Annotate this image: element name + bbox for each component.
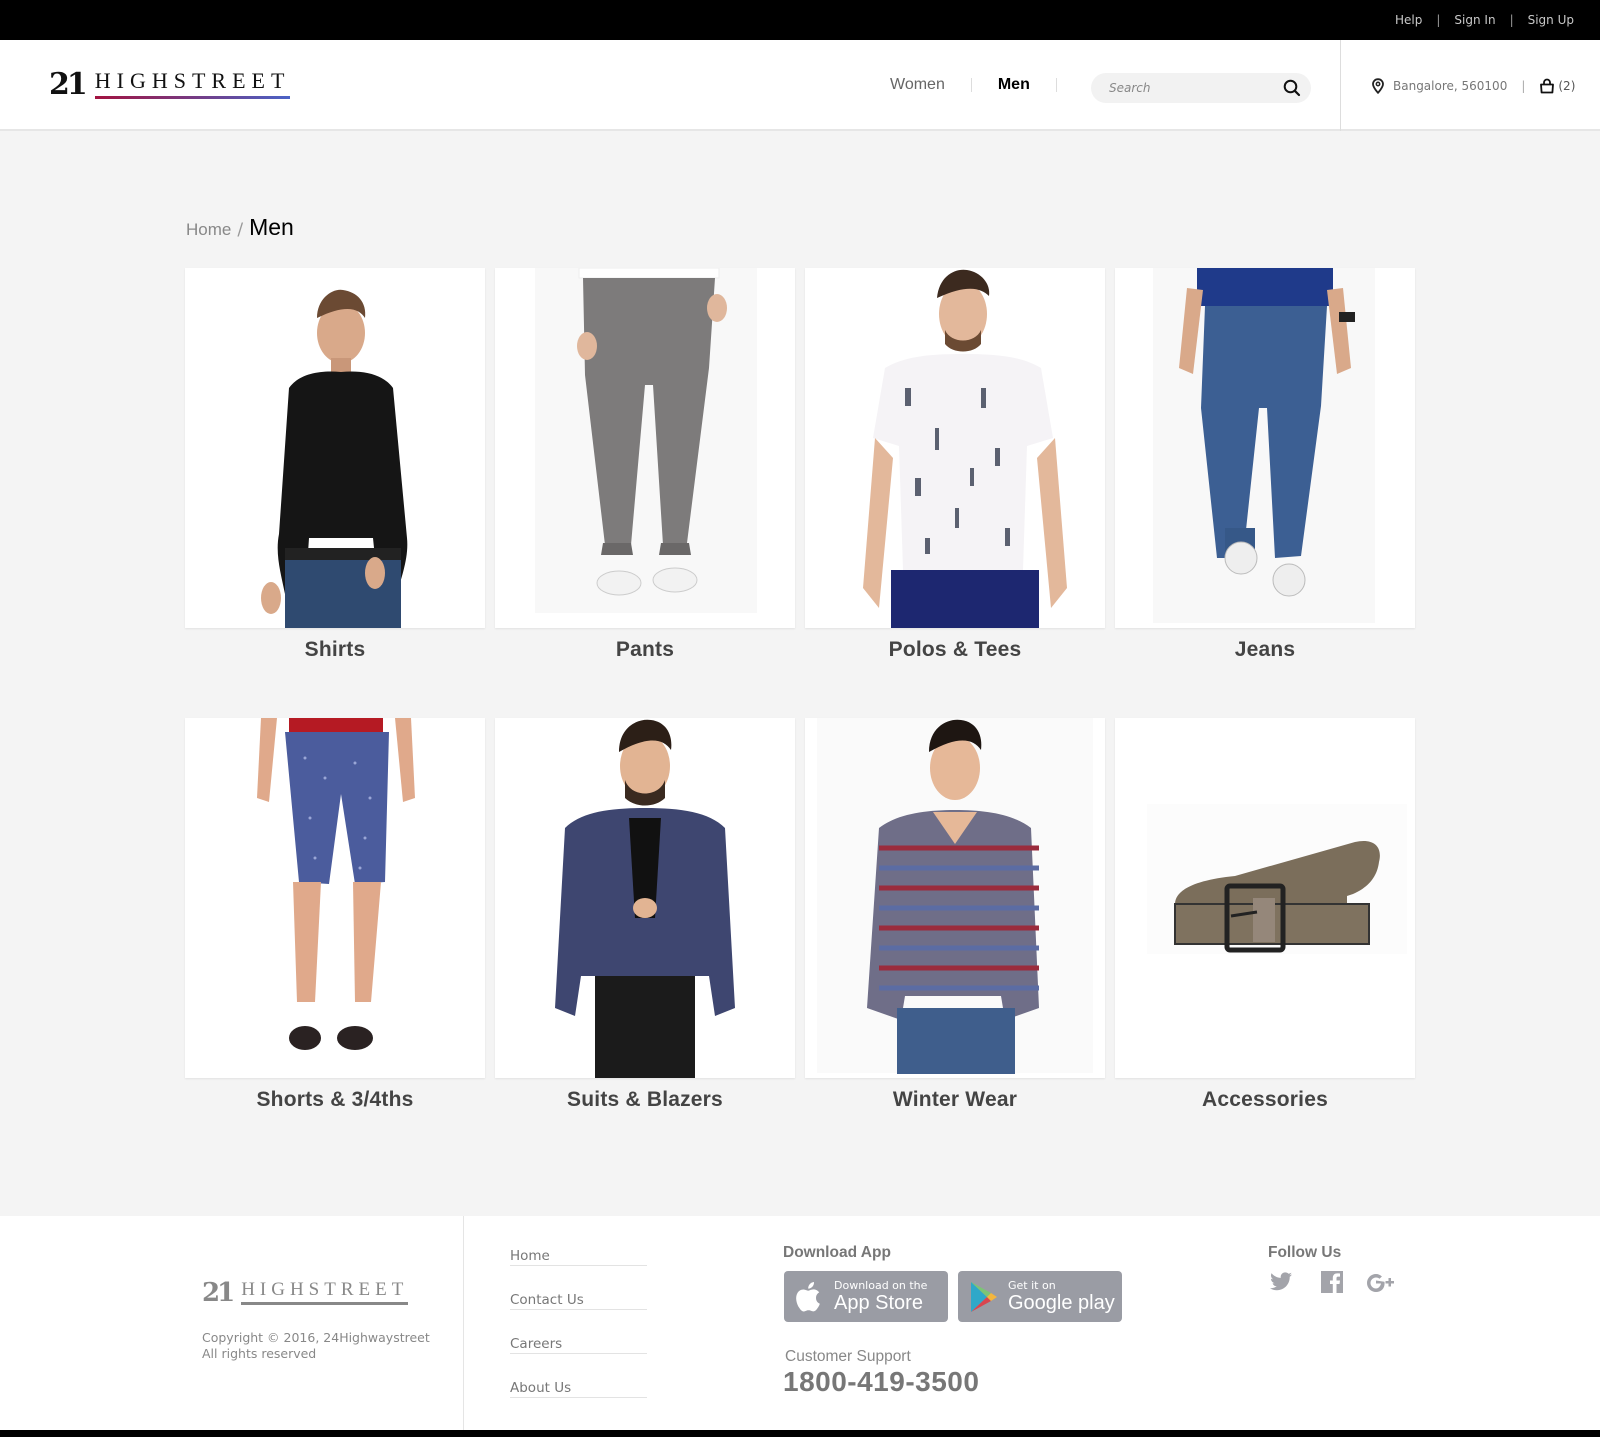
header-divider — [1340, 40, 1341, 131]
category-image-shirts — [185, 268, 485, 628]
footer-link-careers[interactable]: Careers — [510, 1332, 647, 1354]
footer-link-about[interactable]: About Us — [510, 1376, 647, 1398]
category-image-shorts — [185, 718, 485, 1078]
app-store-button[interactable]: Download on the App Store — [784, 1271, 948, 1322]
location-text[interactable]: Bangalore, 560100 — [1393, 79, 1507, 93]
nav-divider — [970, 78, 972, 92]
footer-link-home[interactable]: Home — [510, 1244, 647, 1266]
category-card-suits-blazers[interactable]: Suits & Blazers — [495, 718, 795, 1168]
category-card-pants[interactable]: Pants — [495, 268, 795, 718]
google-play-big: Google play — [1008, 1292, 1115, 1314]
category-card-shirts[interactable]: Shirts — [185, 268, 485, 718]
footer-divider — [463, 1216, 464, 1430]
app-store-text: Download on the App Store — [834, 1280, 927, 1313]
footer-links: Home Contact Us Careers About Us — [510, 1244, 647, 1420]
category-card-polos-tees[interactable]: Polos & Tees — [805, 268, 1105, 718]
footer-link-contact[interactable]: Contact Us — [510, 1288, 647, 1310]
map-pin-icon — [1371, 78, 1385, 95]
location-area: Bangalore, 560100 | (2) — [1371, 78, 1575, 95]
customer-support-phone[interactable]: 1800-419-3500 — [783, 1366, 979, 1398]
bottom-bar — [0, 1430, 1600, 1437]
logo-number: 21 — [49, 67, 88, 102]
category-image-pants — [495, 268, 795, 628]
category-label: Suits & Blazers — [567, 1088, 723, 1111]
rights-line: All rights reserved — [202, 1346, 317, 1361]
separator: | — [1436, 13, 1441, 27]
copyright: Copyright © 2016, 24Highwaystreet All ri… — [202, 1330, 430, 1362]
breadcrumb-home[interactable]: Home — [186, 220, 231, 240]
category-label: Jeans — [1234, 638, 1296, 661]
sign-in-link[interactable]: Sign In — [1454, 13, 1495, 27]
site-logo[interactable]: 21 HIGHSTREET — [49, 67, 291, 102]
app-store-small: Download on the — [834, 1279, 928, 1292]
category-image-polos-tees — [805, 268, 1105, 628]
category-label: Pants — [615, 638, 675, 661]
separator: | — [1521, 79, 1526, 93]
site-header: 21 HIGHSTREET Women Men Bangalore, 56010… — [0, 40, 1600, 131]
top-bar: Help | Sign In | Sign Up — [0, 0, 1600, 40]
app-store-big: App Store — [834, 1292, 923, 1314]
category-grid: Shirts Pants Polos & Tees Jeans Shorts &… — [185, 268, 1415, 1168]
search-input[interactable] — [1109, 73, 1279, 103]
apple-icon — [794, 1280, 826, 1314]
category-image-suits-blazers — [495, 718, 795, 1078]
category-card-accessories[interactable]: Accessories — [1115, 718, 1415, 1168]
category-image-jeans — [1115, 268, 1415, 628]
logo-number: 21 — [202, 1278, 235, 1308]
breadcrumb: Home / Men — [186, 214, 294, 241]
category-label: Shirts — [304, 638, 366, 661]
category-card-winter-wear[interactable]: Winter Wear — [805, 718, 1105, 1168]
category-label: Shorts & 3/4ths — [256, 1088, 414, 1111]
google-play-small: Get it on — [1008, 1279, 1056, 1292]
follow-us-title: Follow Us — [1268, 1244, 1342, 1261]
category-card-jeans[interactable]: Jeans — [1115, 268, 1415, 718]
copyright-line: Copyright © 2016, 24Highwaystreet — [202, 1330, 430, 1345]
google-play-button[interactable]: Get it on Google play — [958, 1271, 1122, 1322]
category-card-shorts[interactable]: Shorts & 3/4ths — [185, 718, 485, 1168]
customer-support-label: Customer Support — [785, 1348, 911, 1365]
cart-count: (2) — [1558, 79, 1576, 93]
logo-word: HIGHSTREET — [241, 1280, 409, 1305]
breadcrumb-separator: / — [237, 220, 244, 240]
nav-women[interactable]: Women — [890, 76, 945, 94]
site-footer: 21 HIGHSTREET Copyright © 2016, 24Highwa… — [0, 1216, 1600, 1430]
help-link[interactable]: Help — [1395, 13, 1422, 27]
nav-divider — [1055, 78, 1057, 92]
search-icon[interactable] — [1283, 79, 1301, 97]
google-plus-icon[interactable] — [1366, 1270, 1398, 1294]
main-nav: Women Men — [890, 76, 1083, 94]
google-play-icon — [968, 1280, 1000, 1314]
twitter-icon[interactable] — [1268, 1270, 1294, 1294]
separator: | — [1509, 13, 1514, 27]
google-play-text: Get it on Google play — [1008, 1280, 1115, 1313]
page-title: Men — [249, 214, 294, 240]
search-box — [1091, 73, 1311, 103]
sign-up-link[interactable]: Sign Up — [1528, 13, 1574, 27]
category-label: Winter Wear — [892, 1088, 1018, 1111]
nav-men[interactable]: Men — [998, 76, 1030, 94]
download-app-title: Download App — [783, 1244, 891, 1261]
category-image-accessories — [1115, 718, 1415, 1078]
category-label: Accessories — [1202, 1088, 1328, 1111]
shopping-bag-icon — [1539, 78, 1555, 94]
facebook-icon[interactable] — [1320, 1270, 1346, 1294]
category-image-winter-wear — [805, 718, 1105, 1078]
account-links: Help | Sign In | Sign Up — [1395, 0, 1574, 40]
cart-button[interactable]: (2) — [1539, 78, 1575, 94]
logo-word: HIGHSTREET — [94, 70, 291, 99]
footer-logo: 21 HIGHSTREET — [202, 1278, 409, 1308]
category-label: Polos & Tees — [888, 638, 1022, 661]
